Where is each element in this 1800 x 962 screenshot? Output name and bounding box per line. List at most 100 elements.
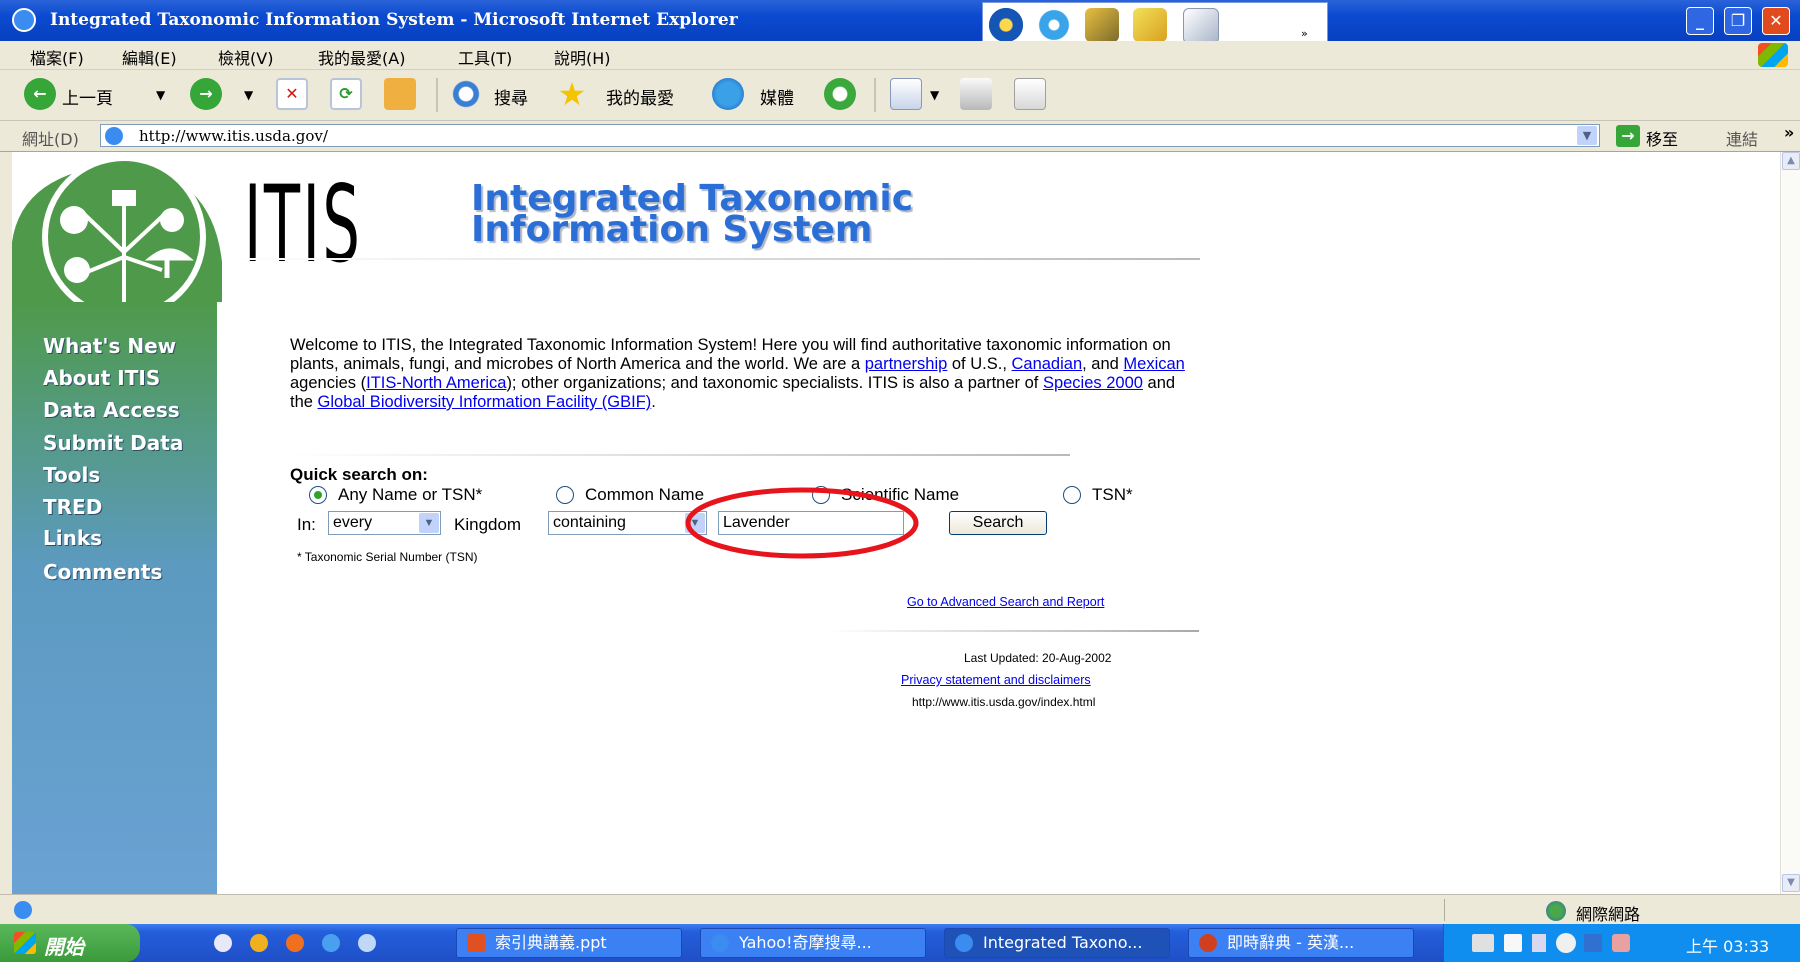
- search-icon[interactable]: [450, 78, 482, 110]
- radio-any-name[interactable]: [309, 486, 327, 504]
- ie-shortcut-icon[interactable]: [1037, 8, 1071, 42]
- back-button-label[interactable]: 上一頁: [62, 84, 113, 109]
- nav-submit-data[interactable]: Submit Data: [43, 431, 183, 455]
- tray-icon[interactable]: [1532, 934, 1546, 952]
- links-chevron-icon[interactable]: »: [1784, 123, 1794, 142]
- nav-about-itis[interactable]: About ITIS: [43, 366, 160, 390]
- folder-shortcut-icon[interactable]: [1133, 8, 1167, 42]
- mail-dropdown-icon[interactable]: ▼: [930, 88, 939, 102]
- home-icon[interactable]: [384, 78, 416, 110]
- window-title: Integrated Taxonomic Information System …: [50, 10, 738, 30]
- favorites-button-label[interactable]: 我的最愛: [606, 84, 674, 109]
- links-button[interactable]: 連結: [1726, 126, 1758, 150]
- edit-page-icon[interactable]: [1014, 78, 1046, 110]
- address-label: 網址(D): [22, 130, 79, 149]
- media-button-label[interactable]: 媒體: [760, 84, 794, 109]
- nav-comments[interactable]: Comments: [43, 560, 162, 584]
- keyboard-icon[interactable]: [1472, 934, 1494, 952]
- kingdom-select[interactable]: every ▼: [328, 511, 441, 535]
- menu-favorites[interactable]: 我的最愛(A): [318, 45, 405, 69]
- favorites-star-icon[interactable]: ★: [556, 78, 588, 110]
- nav-links[interactable]: Links: [43, 526, 102, 550]
- address-input[interactable]: http://www.itis.usda.gov/ ▼: [100, 124, 1600, 147]
- footer-divider: [827, 630, 1199, 632]
- go-button[interactable]: 移至: [1646, 126, 1678, 150]
- ie-icon: [12, 8, 36, 32]
- nav-data-access[interactable]: Data Access: [43, 398, 180, 422]
- task-itis[interactable]: Integrated Taxono...: [944, 928, 1170, 958]
- task-yahoo[interactable]: Yahoo!奇摩搜尋...: [700, 928, 926, 958]
- search-button-label[interactable]: 搜尋: [494, 84, 528, 109]
- chevron-more-icon[interactable]: »: [1301, 27, 1308, 40]
- network-icon[interactable]: [1584, 934, 1602, 952]
- minimize-button[interactable]: _: [1686, 7, 1714, 35]
- nav-tools[interactable]: Tools: [43, 463, 100, 487]
- page-url-text: http://www.itis.usda.gov/index.html: [912, 695, 1096, 709]
- search-button[interactable]: Search: [949, 511, 1047, 535]
- mail-icon[interactable]: [890, 78, 922, 110]
- menu-help[interactable]: 說明(H): [554, 45, 611, 69]
- kingdom-dropdown-icon[interactable]: ▼: [419, 513, 439, 533]
- tray-arrow-icon[interactable]: [1556, 933, 1576, 953]
- nav-tred[interactable]: TRED: [43, 495, 102, 519]
- start-button[interactable]: 開始: [0, 924, 140, 962]
- scroll-up-icon[interactable]: ▲: [1782, 152, 1800, 170]
- back-arrow-icon[interactable]: ←: [24, 78, 56, 110]
- menu-tools[interactable]: 工具(T): [458, 45, 512, 69]
- quicklaunch-msn-icon[interactable]: [214, 934, 232, 952]
- task-dictionary-label: 即時辭典 - 英漢...: [1227, 933, 1355, 952]
- edit-shortcut-icon[interactable]: [1183, 8, 1219, 44]
- partnership-link[interactable]: partnership: [865, 355, 948, 373]
- start-label: 開始: [44, 935, 84, 959]
- kingdom-select-value: every: [333, 514, 373, 531]
- itis-north-america-link[interactable]: ITIS-North America: [366, 374, 506, 392]
- quicklaunch-player-icon[interactable]: [286, 934, 304, 952]
- menu-file[interactable]: 檔案(F): [30, 45, 84, 69]
- gbif-link[interactable]: Global Biodiversity Information Facility…: [318, 393, 652, 411]
- go-arrow-icon[interactable]: →: [1616, 125, 1640, 147]
- quicklaunch-ie-icon[interactable]: [322, 934, 340, 952]
- print-icon[interactable]: [960, 78, 992, 110]
- windows-flag-icon: [14, 932, 36, 954]
- page-status-icon: [14, 901, 32, 919]
- task-dictionary[interactable]: 即時辭典 - 英漢...: [1188, 928, 1414, 958]
- close-button[interactable]: ✕: [1762, 7, 1790, 35]
- privacy-link[interactable]: Privacy statement and disclaimers: [901, 673, 1091, 687]
- media-player-icon[interactable]: [989, 8, 1023, 42]
- task-ppt[interactable]: 索引典講義.ppt: [456, 928, 682, 958]
- match-select-value: containing: [553, 514, 626, 531]
- advanced-search-link[interactable]: Go to Advanced Search and Report: [907, 595, 1104, 609]
- radio-common-name[interactable]: [556, 486, 574, 504]
- tray-icon[interactable]: [1612, 934, 1630, 952]
- mexican-link[interactable]: Mexican: [1123, 355, 1184, 373]
- page-ie-icon: [105, 127, 123, 145]
- menu-view[interactable]: 檢視(V): [218, 45, 273, 69]
- kingdom-label: Kingdom: [454, 515, 522, 534]
- back-dropdown-icon[interactable]: ▼: [156, 88, 165, 102]
- window-title-bar[interactable]: Integrated Taxonomic Information System …: [0, 0, 1800, 46]
- address-dropdown-icon[interactable]: ▼: [1577, 126, 1597, 145]
- restore-button[interactable]: ❐: [1724, 7, 1752, 35]
- media-icon[interactable]: [712, 78, 744, 110]
- dictionary-icon: [1199, 934, 1217, 952]
- radio-tsn-label: TSN*: [1092, 485, 1133, 504]
- nav-whats-new[interactable]: What's New: [43, 334, 176, 358]
- in-label: In:: [297, 515, 316, 534]
- radio-tsn[interactable]: [1063, 486, 1081, 504]
- stop-icon[interactable]: ✕: [276, 78, 308, 110]
- species-2000-link[interactable]: Species 2000: [1043, 374, 1143, 392]
- app-shortcut-icon[interactable]: [1085, 8, 1119, 42]
- quicklaunch-media-icon[interactable]: [250, 934, 268, 952]
- header-divider: [222, 258, 1200, 260]
- help-tray-icon[interactable]: [1504, 934, 1522, 952]
- menu-edit[interactable]: 編輯(E): [122, 45, 177, 69]
- scroll-down-icon[interactable]: ▼: [1782, 874, 1800, 892]
- quicklaunch-desktop-icon[interactable]: [358, 934, 376, 952]
- history-icon[interactable]: [824, 78, 856, 110]
- forward-dropdown-icon[interactable]: ▼: [244, 88, 253, 102]
- welcome-text-part: ); other organizations; and taxonomic sp…: [506, 374, 1043, 392]
- refresh-icon[interactable]: ⟳: [330, 78, 362, 110]
- canadian-link[interactable]: Canadian: [1011, 355, 1082, 373]
- vertical-scrollbar[interactable]: ▲ ▼: [1780, 152, 1800, 894]
- forward-arrow-icon[interactable]: →: [190, 78, 222, 110]
